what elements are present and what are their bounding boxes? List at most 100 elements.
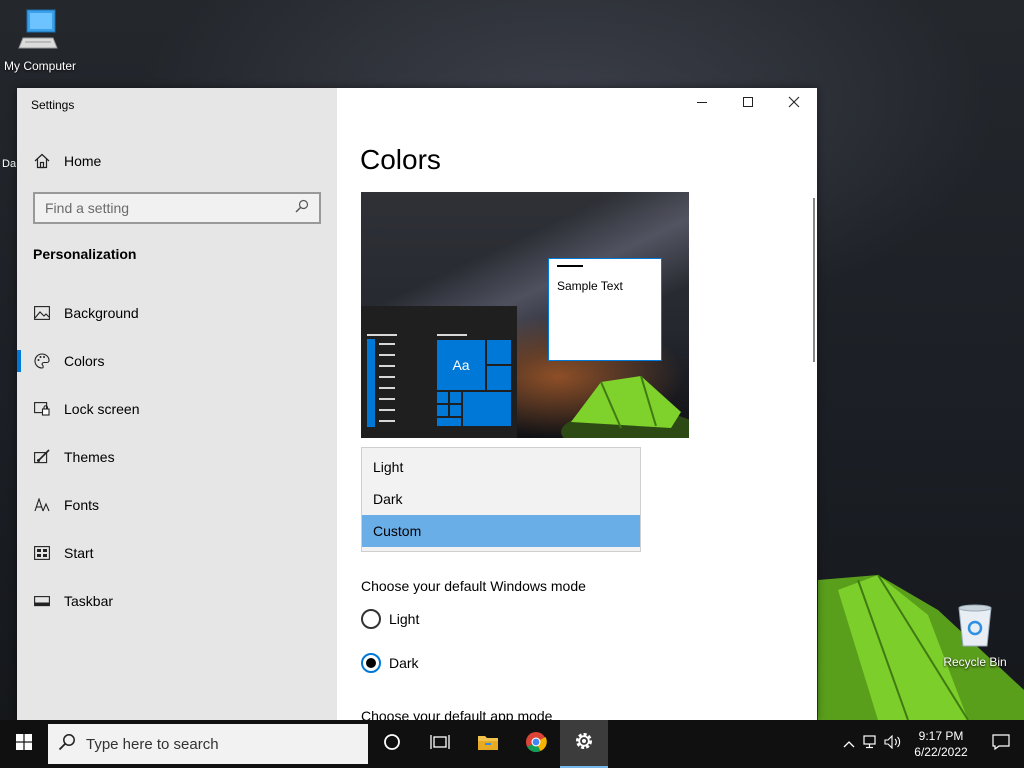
- network-button[interactable]: [860, 720, 882, 768]
- desktop-icon-label: Recycle Bin: [943, 655, 1007, 669]
- preview-tile: [486, 365, 512, 391]
- preview-tile-large: Aa: [436, 339, 486, 391]
- sidebar-item-label: Lock screen: [64, 401, 140, 417]
- sidebar-item-themes[interactable]: Themes: [17, 437, 337, 477]
- sidebar-item-fonts[interactable]: Fonts: [17, 485, 337, 525]
- clock-date: 6/22/2022: [914, 745, 968, 759]
- show-hidden-icons-button[interactable]: [838, 720, 860, 768]
- preview-line: [379, 343, 395, 345]
- preview-line: [379, 420, 395, 422]
- page-title: Colors: [360, 144, 441, 175]
- sidebar-item-start[interactable]: Start: [17, 533, 337, 573]
- home-label: Home: [64, 153, 102, 169]
- preview-title-bar: [557, 265, 583, 267]
- action-center-button[interactable]: [978, 720, 1024, 768]
- sidebar-item-colors[interactable]: Colors: [17, 341, 337, 381]
- settings-sidebar: Settings Home Personalization Background: [17, 88, 337, 720]
- close-button[interactable]: [771, 88, 817, 120]
- search-icon[interactable]: [295, 199, 309, 218]
- preview-tile: [449, 391, 462, 404]
- preview-line: [379, 365, 395, 367]
- desktop-icon-my-computer[interactable]: My Computer: [0, 8, 80, 73]
- minimize-icon: [696, 95, 708, 113]
- desktop-icon-label: My Computer: [3, 59, 77, 73]
- color-preview: Aa Sample Text: [361, 192, 689, 438]
- computer-icon: [17, 9, 63, 55]
- volume-button[interactable]: [882, 720, 904, 768]
- chevron-up-icon: [843, 735, 855, 753]
- chrome-button[interactable]: [512, 720, 560, 768]
- font-icon: [33, 498, 51, 512]
- preview-line: [367, 334, 397, 336]
- taskbar-search-placeholder: Type here to search: [86, 735, 219, 753]
- desktop-icon-recycle-bin[interactable]: Recycle Bin: [938, 604, 1012, 669]
- sidebar-item-taskbar[interactable]: Taskbar: [17, 581, 337, 621]
- notification-icon: [992, 733, 1010, 755]
- radio-circle-checked[interactable]: [361, 653, 381, 673]
- dropdown-option-light[interactable]: Light: [362, 451, 640, 483]
- system-tray: 9:17 PM 6/22/2022: [838, 720, 1024, 768]
- preview-line: [379, 409, 395, 411]
- radio-label: Dark: [389, 655, 419, 671]
- maximize-button[interactable]: [725, 88, 771, 120]
- preview-tile: [436, 417, 462, 427]
- cortana-button[interactable]: [368, 720, 416, 768]
- brush-icon: [33, 449, 51, 465]
- radio-windows-light[interactable]: Light: [361, 609, 419, 629]
- sidebar-item-background[interactable]: Background: [17, 293, 337, 333]
- preview-line: [379, 398, 395, 400]
- file-explorer-button[interactable]: [464, 720, 512, 768]
- recycle-bin-icon: [955, 604, 995, 651]
- lock-screen-icon: [33, 402, 51, 416]
- preview-line: [437, 334, 467, 336]
- color-mode-dropdown[interactable]: Light Dark Custom: [361, 447, 641, 552]
- home-icon: [33, 153, 51, 169]
- sidebar-item-label: Colors: [64, 353, 105, 369]
- settings-search-box[interactable]: [33, 192, 321, 224]
- sidebar-item-label: Start: [64, 545, 94, 561]
- settings-content: Colors Aa Sample Text Light Dark Custom …: [337, 88, 817, 720]
- sidebar-item-lock-screen[interactable]: Lock screen: [17, 389, 337, 429]
- start-icon: [33, 546, 51, 560]
- preview-line: [379, 387, 395, 389]
- preview-tile: [436, 404, 449, 417]
- section-heading: Personalization: [33, 246, 137, 262]
- preview-line: [379, 354, 395, 356]
- settings-window: Settings Home Personalization Background: [17, 88, 817, 720]
- start-button[interactable]: [0, 720, 48, 768]
- preview-start-menu: Aa: [361, 306, 517, 438]
- settings-search-input[interactable]: [45, 200, 295, 216]
- desktop-icon-label-partial: Da: [2, 158, 17, 170]
- clock-time: 9:17 PM: [918, 729, 964, 743]
- preview-sample-text: Sample Text: [557, 279, 623, 293]
- file-explorer-icon: [477, 733, 499, 756]
- dropdown-option-custom[interactable]: Custom: [362, 515, 640, 547]
- sidebar-item-label: Fonts: [64, 497, 100, 513]
- sidebar-item-label: Background: [64, 305, 139, 321]
- home-nav-item[interactable]: Home: [33, 150, 101, 172]
- app-mode-label: Choose your default app mode: [361, 708, 553, 720]
- preview-list-bar: [367, 339, 375, 427]
- windows-mode-label: Choose your default Windows mode: [361, 578, 586, 594]
- content-scrollbar[interactable]: [813, 198, 815, 362]
- minimize-button[interactable]: [679, 88, 725, 120]
- radio-windows-dark[interactable]: Dark: [361, 653, 419, 673]
- network-icon: [863, 734, 879, 754]
- preview-tile: [486, 339, 512, 365]
- chrome-icon: [525, 731, 547, 758]
- task-view-button[interactable]: [416, 720, 464, 768]
- radio-circle[interactable]: [361, 609, 381, 629]
- taskbar-clock[interactable]: 9:17 PM 6/22/2022: [904, 728, 978, 760]
- dropdown-option-dark[interactable]: Dark: [362, 483, 640, 515]
- volume-icon: [884, 734, 902, 754]
- settings-taskbar-button[interactable]: [560, 720, 608, 768]
- taskbar: Type here to search 9:17 PM 6/22/2022: [0, 720, 1024, 768]
- sidebar-item-label: Themes: [64, 449, 115, 465]
- picture-icon: [33, 306, 51, 320]
- windows-logo-icon: [16, 733, 32, 755]
- preview-line: [379, 376, 395, 378]
- taskbar-search-box[interactable]: Type here to search: [48, 724, 368, 764]
- palette-icon: [33, 353, 51, 369]
- preview-tile: [436, 391, 449, 404]
- sidebar-item-label: Taskbar: [64, 593, 114, 609]
